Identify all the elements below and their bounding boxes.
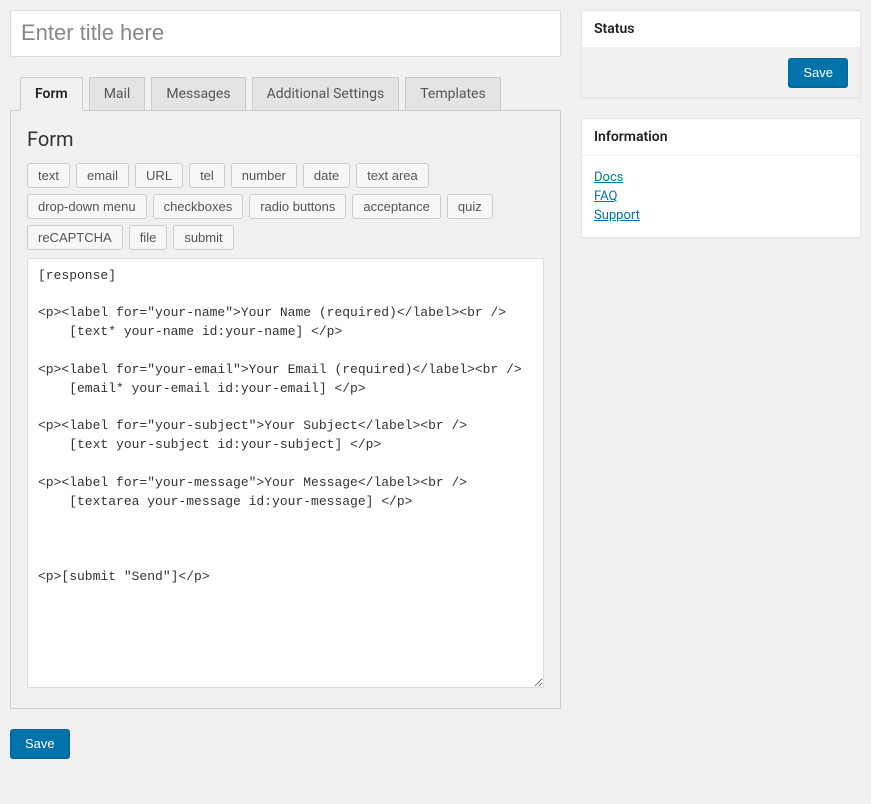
tag-number-button[interactable]: number <box>231 163 297 188</box>
tag-text-button[interactable]: text <box>27 163 70 188</box>
tab-form[interactable]: Form <box>20 77 83 111</box>
info-link-faq[interactable]: FAQ <box>594 189 848 204</box>
tag-quiz-button[interactable]: quiz <box>447 194 493 219</box>
tab-templates[interactable]: Templates <box>405 77 501 111</box>
tag-textarea-button[interactable]: text area <box>356 163 429 188</box>
tag-date-button[interactable]: date <box>303 163 350 188</box>
info-link-docs[interactable]: Docs <box>594 170 848 185</box>
tag-url-button[interactable]: URL <box>135 163 183 188</box>
info-box-title: Information <box>594 129 848 145</box>
form-panel: Form text email URL tel number date text… <box>10 110 561 709</box>
form-code-textarea[interactable] <box>27 258 544 688</box>
tag-dropdown-button[interactable]: drop-down menu <box>27 194 147 219</box>
tag-checkboxes-button[interactable]: checkboxes <box>153 194 244 219</box>
tab-messages[interactable]: Messages <box>151 77 245 111</box>
save-button-side[interactable]: Save <box>788 58 848 87</box>
tag-button-row: text email URL tel number date text area… <box>27 163 544 250</box>
tag-recaptcha-button[interactable]: reCAPTCHA <box>27 225 123 250</box>
info-box: Information Docs FAQ Support <box>581 118 861 238</box>
info-link-support[interactable]: Support <box>594 208 848 223</box>
tag-file-button[interactable]: file <box>129 225 168 250</box>
tab-mail[interactable]: Mail <box>89 77 146 111</box>
tabs: Form Mail Messages Additional Settings T… <box>10 77 561 111</box>
tag-submit-button[interactable]: submit <box>173 225 233 250</box>
title-input[interactable] <box>10 10 561 57</box>
tab-additional-settings[interactable]: Additional Settings <box>252 77 400 111</box>
save-button-bottom[interactable]: Save <box>10 729 70 758</box>
tag-tel-button[interactable]: tel <box>189 163 225 188</box>
status-box-title: Status <box>594 21 848 37</box>
tag-radio-button[interactable]: radio buttons <box>249 194 346 219</box>
tag-email-button[interactable]: email <box>76 163 129 188</box>
panel-heading: Form <box>27 127 544 151</box>
tag-acceptance-button[interactable]: acceptance <box>352 194 441 219</box>
status-box: Status Save <box>581 10 861 98</box>
